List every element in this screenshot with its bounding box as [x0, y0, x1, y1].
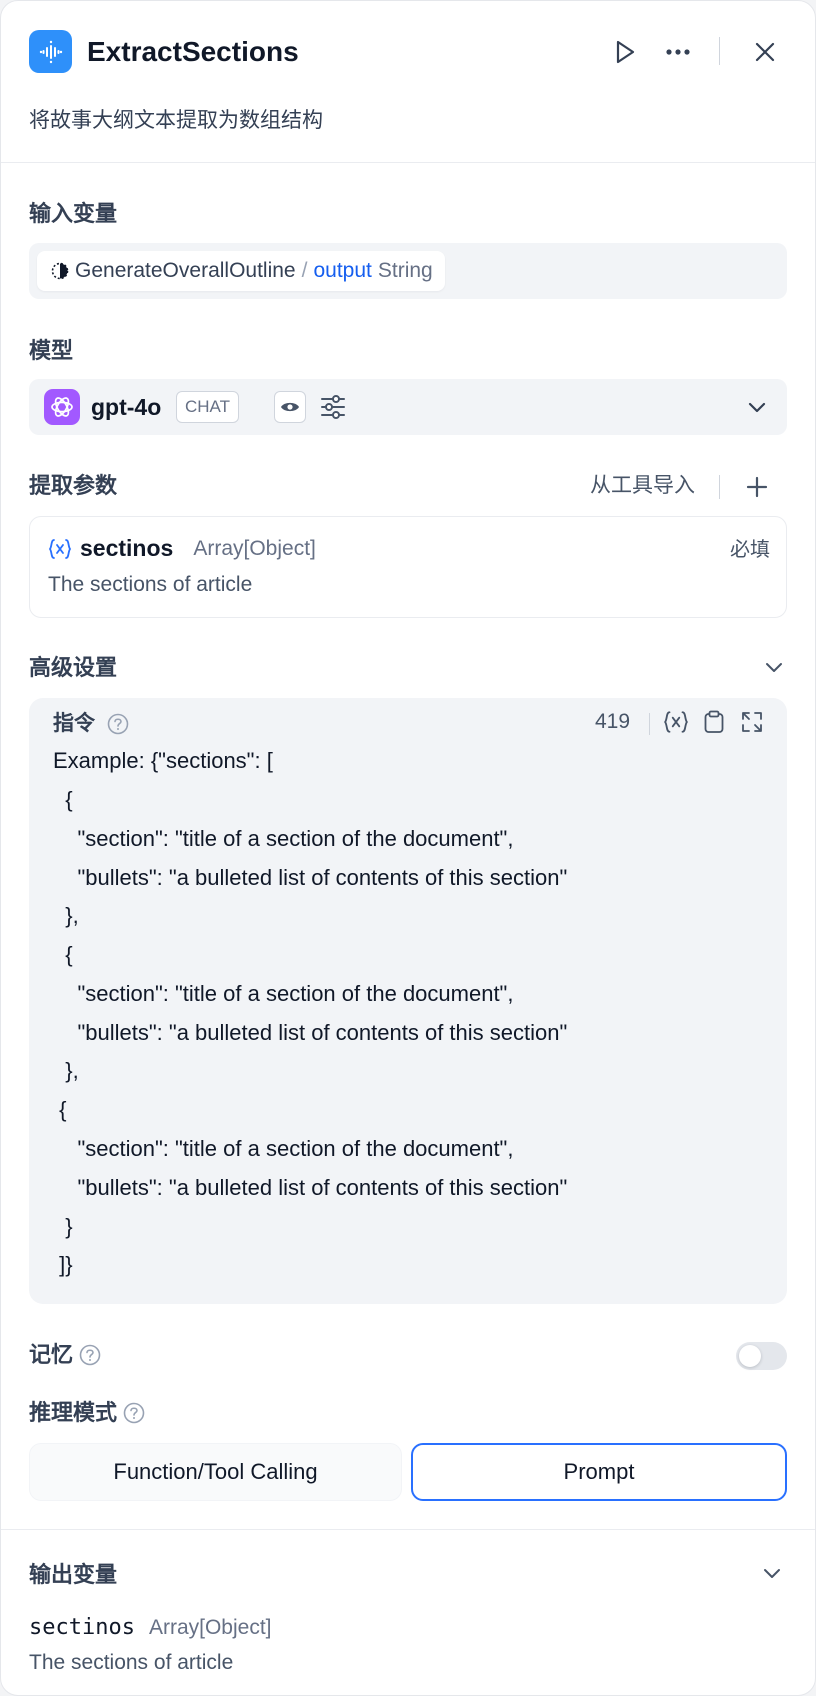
param-name: sectinos: [80, 535, 174, 561]
params-divider: [719, 475, 720, 499]
help-icon[interactable]: [123, 1402, 145, 1424]
input-vars-label: 输入变量: [29, 201, 118, 226]
memory-label: 记忆: [29, 1342, 74, 1367]
reasoning-mode-label: 推理模式: [29, 1400, 118, 1425]
plus-icon: [746, 476, 768, 498]
param-type: Array[Object]: [193, 536, 316, 560]
instruction-line: }: [53, 1214, 73, 1239]
model-dropdown-button[interactable]: [747, 396, 767, 423]
vision-tag: [274, 391, 306, 423]
output-var-description: The sections of article: [29, 1651, 234, 1674]
model-mode-tag: CHAT: [176, 391, 240, 423]
instruction-char-count: 419: [595, 710, 631, 733]
toggle-knob: [739, 1345, 761, 1367]
input-node-name: GenerateOverallOutline: [75, 259, 296, 282]
advanced-settings-label: 高级设置: [29, 655, 118, 680]
add-param-button[interactable]: [745, 475, 769, 499]
divider: [1, 162, 815, 163]
variable-icon: [48, 538, 72, 559]
instruction-editor[interactable]: 指令 419 Example: {"sections": [{"sectio…: [29, 698, 787, 1304]
output-var-name: sectinos: [29, 1615, 135, 1640]
reasoning-option-prompt[interactable]: Prompt: [411, 1443, 787, 1501]
model-name: gpt-4o: [91, 394, 162, 420]
eye-icon: [281, 402, 299, 412]
insert-variable-button[interactable]: [663, 710, 689, 739]
clipboard-icon: [704, 710, 724, 733]
chevron-down-icon: [764, 1569, 780, 1578]
openai-icon: [44, 389, 80, 425]
divider: [1, 1529, 815, 1530]
input-separator: /: [301, 259, 308, 282]
model-label: 模型: [29, 338, 74, 363]
expand-icon: [742, 712, 762, 732]
instruction-divider: [649, 713, 650, 735]
param-description: The sections of article: [48, 573, 253, 596]
param-item[interactable]: sectinos Array[Object] 必填 The sections o…: [29, 516, 787, 618]
advanced-collapse-button[interactable]: [764, 657, 784, 682]
model-settings-button[interactable]: [319, 393, 347, 421]
expand-button[interactable]: [741, 711, 763, 738]
instruction-line: },: [53, 903, 79, 928]
play-icon: [616, 40, 635, 64]
memory-toggle[interactable]: [736, 1342, 787, 1370]
model-selector[interactable]: gpt-4o CHAT: [29, 379, 787, 435]
node-panel: ExtractSections 将故事大纲文本提取为数组结构 输入变量 Gene…: [0, 0, 816, 1696]
instruction-line: {: [53, 787, 73, 812]
instruction-line: "bullets": "a bulleted list of contents …: [53, 1175, 568, 1200]
instruction-line: "bullets": "a bulleted list of contents …: [53, 865, 568, 890]
node-description[interactable]: 将故事大纲文本提取为数组结构: [29, 107, 323, 135]
chevron-down-icon: [766, 663, 782, 672]
node-title[interactable]: ExtractSections: [87, 34, 299, 70]
more-icon: [666, 49, 690, 55]
run-button[interactable]: [607, 34, 643, 70]
extractor-icon: [29, 30, 72, 73]
instruction-label: 指令: [53, 712, 95, 735]
more-button[interactable]: [660, 34, 696, 70]
instruction-line: "section": "title of a section of the do…: [53, 1136, 514, 1161]
output-var-type: Array[Object]: [148, 1615, 272, 1639]
input-var-name: output: [313, 259, 372, 282]
variable-icon: [664, 711, 688, 733]
help-icon[interactable]: [79, 1344, 101, 1366]
instruction-line: ]}: [53, 1252, 73, 1277]
chevron-down-icon: [748, 402, 766, 413]
close-button[interactable]: [747, 34, 783, 70]
input-var-chip[interactable]: GenerateOverallOutline / output String: [37, 251, 445, 291]
instruction-line: {: [53, 1097, 67, 1122]
params-label: 提取参数: [29, 473, 118, 498]
close-icon: [755, 42, 775, 62]
instruction-line: {: [53, 942, 73, 967]
input-var-field[interactable]: GenerateOverallOutline / output String: [29, 243, 787, 299]
reasoning-option-function-calling[interactable]: Function/Tool Calling: [29, 1443, 402, 1501]
help-icon[interactable]: [107, 713, 129, 735]
output-vars-label: 输出变量: [29, 1562, 118, 1587]
node-contrast-icon: [51, 262, 69, 280]
instruction-line: "section": "title of a section of the do…: [53, 826, 514, 851]
input-var-type: String: [377, 259, 433, 282]
copy-button[interactable]: [703, 710, 725, 739]
instruction-line: Example: {"sections": [: [53, 748, 273, 773]
sliders-icon: [321, 395, 345, 419]
required-badge: 必填: [730, 539, 770, 561]
instruction-line: "bullets": "a bulleted list of contents …: [53, 1020, 568, 1045]
instruction-line: "section": "title of a section of the do…: [53, 981, 514, 1006]
header-divider: [719, 37, 720, 65]
instruction-line: },: [53, 1058, 79, 1083]
import-from-tool-button[interactable]: 从工具导入: [590, 472, 695, 500]
output-collapse-button[interactable]: [762, 1563, 782, 1588]
